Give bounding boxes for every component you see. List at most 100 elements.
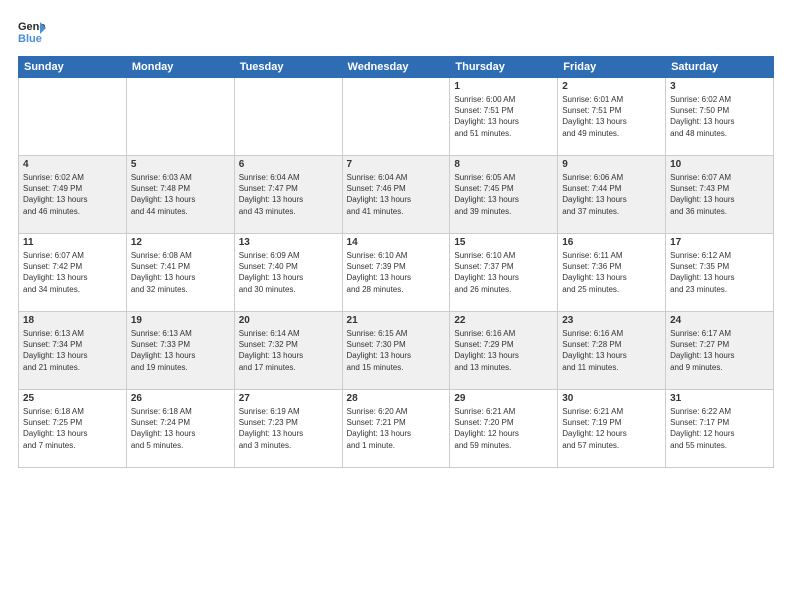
calendar-cell: 31 Sunrise: 6:22 AM Sunset: 7:17 PM Dayli… (666, 390, 774, 468)
day-number: 8 (454, 159, 553, 170)
day-number: 25 (23, 393, 122, 404)
day-number: 14 (347, 237, 446, 248)
logo-icon: General Blue (18, 18, 46, 46)
day-info: Sunrise: 6:02 AM Sunset: 7:49 PM Dayligh… (23, 172, 122, 217)
day-number: 16 (562, 237, 661, 248)
calendar-cell: 30 Sunrise: 6:21 AM Sunset: 7:19 PM Dayli… (558, 390, 666, 468)
day-info: Sunrise: 6:07 AM Sunset: 7:42 PM Dayligh… (23, 250, 122, 295)
week-row-4: 25Sunrise: 6:18 AM Sunset: 7:25 PM Dayli… (19, 390, 774, 468)
day-info: Sunrise: 6:04 AM Sunset: 7:47 PM Dayligh… (239, 172, 338, 217)
day-number: 10 (670, 159, 769, 170)
weekday-header-row: SundayMondayTuesdayWednesdayThursdayFrid… (19, 57, 774, 78)
weekday-header-saturday: Saturday (666, 57, 774, 78)
day-number: 28 (347, 393, 446, 404)
calendar-cell: 14 Sunrise: 6:10 AM Sunset: 7:39 PM Dayli… (342, 234, 450, 312)
day-info: Sunrise: 6:10 AM Sunset: 7:37 PM Dayligh… (454, 250, 553, 295)
day-info: Sunrise: 6:05 AM Sunset: 7:45 PM Dayligh… (454, 172, 553, 217)
weekday-header-friday: Friday (558, 57, 666, 78)
calendar-cell (126, 78, 234, 156)
day-info: Sunrise: 6:09 AM Sunset: 7:40 PM Dayligh… (239, 250, 338, 295)
day-info: Sunrise: 6:13 AM Sunset: 7:33 PM Dayligh… (131, 328, 230, 373)
day-number: 29 (454, 393, 553, 404)
day-number: 18 (23, 315, 122, 326)
week-row-2: 11 Sunrise: 6:07 AM Sunset: 7:42 PM Dayli… (19, 234, 774, 312)
calendar-cell: 18 Sunrise: 6:13 AM Sunset: 7:34 PM Dayli… (19, 312, 127, 390)
weekday-header-sunday: Sunday (19, 57, 127, 78)
day-info: Sunrise: 6:19 AM Sunset: 7:23 PM Dayligh… (239, 406, 338, 451)
day-number: 13 (239, 237, 338, 248)
calendar-cell: 12Sunrise: 6:08 AM Sunset: 7:41 PM Dayli… (126, 234, 234, 312)
header: General Blue (18, 18, 774, 46)
calendar-cell: 27 Sunrise: 6:19 AM Sunset: 7:23 PM Dayli… (234, 390, 342, 468)
week-row-3: 18 Sunrise: 6:13 AM Sunset: 7:34 PM Dayli… (19, 312, 774, 390)
calendar-cell: 17Sunrise: 6:12 AM Sunset: 7:35 PM Dayli… (666, 234, 774, 312)
day-number: 23 (562, 315, 661, 326)
calendar-cell: 5 Sunrise: 6:03 AM Sunset: 7:48 PM Daylig… (126, 156, 234, 234)
weekday-header-monday: Monday (126, 57, 234, 78)
weekday-header-tuesday: Tuesday (234, 57, 342, 78)
day-number: 11 (23, 237, 122, 248)
calendar-cell: 21Sunrise: 6:15 AM Sunset: 7:30 PM Dayli… (342, 312, 450, 390)
day-number: 2 (562, 81, 661, 92)
day-info: Sunrise: 6:07 AM Sunset: 7:43 PM Dayligh… (670, 172, 769, 217)
day-info: Sunrise: 6:18 AM Sunset: 7:24 PM Dayligh… (131, 406, 230, 451)
day-number: 3 (670, 81, 769, 92)
day-info: Sunrise: 6:06 AM Sunset: 7:44 PM Dayligh… (562, 172, 661, 217)
calendar-cell: 10 Sunrise: 6:07 AM Sunset: 7:43 PM Dayli… (666, 156, 774, 234)
calendar-cell: 19 Sunrise: 6:13 AM Sunset: 7:33 PM Dayli… (126, 312, 234, 390)
day-info: Sunrise: 6:12 AM Sunset: 7:35 PM Dayligh… (670, 250, 769, 295)
weekday-header-thursday: Thursday (450, 57, 558, 78)
day-number: 7 (347, 159, 446, 170)
day-info: Sunrise: 6:10 AM Sunset: 7:39 PM Dayligh… (347, 250, 446, 295)
calendar-cell: 28 Sunrise: 6:20 AM Sunset: 7:21 PM Dayli… (342, 390, 450, 468)
day-number: 27 (239, 393, 338, 404)
calendar-cell: 6Sunrise: 6:04 AM Sunset: 7:47 PM Daylig… (234, 156, 342, 234)
calendar-cell: 20Sunrise: 6:14 AM Sunset: 7:32 PM Dayli… (234, 312, 342, 390)
day-number: 4 (23, 159, 122, 170)
calendar-cell: 22 Sunrise: 6:16 AM Sunset: 7:29 PM Dayli… (450, 312, 558, 390)
calendar-table: SundayMondayTuesdayWednesdayThursdayFrid… (18, 56, 774, 468)
calendar-cell: 13 Sunrise: 6:09 AM Sunset: 7:40 PM Dayli… (234, 234, 342, 312)
page: General Blue SundayMondayTuesdayWednesda… (0, 0, 792, 612)
calendar-cell: 11 Sunrise: 6:07 AM Sunset: 7:42 PM Dayli… (19, 234, 127, 312)
calendar-cell: 24 Sunrise: 6:17 AM Sunset: 7:27 PM Dayli… (666, 312, 774, 390)
day-info: Sunrise: 6:22 AM Sunset: 7:17 PM Dayligh… (670, 406, 769, 451)
day-number: 31 (670, 393, 769, 404)
calendar-cell: 2Sunrise: 6:01 AM Sunset: 7:51 PM Daylig… (558, 78, 666, 156)
calendar-cell (234, 78, 342, 156)
calendar-cell (19, 78, 127, 156)
day-info: Sunrise: 6:11 AM Sunset: 7:36 PM Dayligh… (562, 250, 661, 295)
calendar-cell: 9 Sunrise: 6:06 AM Sunset: 7:44 PM Daylig… (558, 156, 666, 234)
day-info: Sunrise: 6:03 AM Sunset: 7:48 PM Dayligh… (131, 172, 230, 217)
day-number: 20 (239, 315, 338, 326)
svg-text:Blue: Blue (18, 33, 42, 45)
day-info: Sunrise: 6:02 AM Sunset: 7:50 PM Dayligh… (670, 94, 769, 139)
day-number: 22 (454, 315, 553, 326)
day-info: Sunrise: 6:21 AM Sunset: 7:19 PM Dayligh… (562, 406, 661, 451)
day-number: 21 (347, 315, 446, 326)
calendar-cell: 23Sunrise: 6:16 AM Sunset: 7:28 PM Dayli… (558, 312, 666, 390)
calendar-cell: 29 Sunrise: 6:21 AM Sunset: 7:20 PM Dayli… (450, 390, 558, 468)
day-number: 1 (454, 81, 553, 92)
day-info: Sunrise: 6:21 AM Sunset: 7:20 PM Dayligh… (454, 406, 553, 451)
day-info: Sunrise: 6:13 AM Sunset: 7:34 PM Dayligh… (23, 328, 122, 373)
calendar-cell (342, 78, 450, 156)
day-number: 30 (562, 393, 661, 404)
day-number: 19 (131, 315, 230, 326)
logo: General Blue (18, 18, 46, 46)
weekday-header-wednesday: Wednesday (342, 57, 450, 78)
day-number: 5 (131, 159, 230, 170)
day-info: Sunrise: 6:04 AM Sunset: 7:46 PM Dayligh… (347, 172, 446, 217)
calendar-cell: 26Sunrise: 6:18 AM Sunset: 7:24 PM Dayli… (126, 390, 234, 468)
calendar-cell: 16 Sunrise: 6:11 AM Sunset: 7:36 PM Dayli… (558, 234, 666, 312)
day-number: 24 (670, 315, 769, 326)
day-number: 12 (131, 237, 230, 248)
day-info: Sunrise: 6:16 AM Sunset: 7:29 PM Dayligh… (454, 328, 553, 373)
day-info: Sunrise: 6:20 AM Sunset: 7:21 PM Dayligh… (347, 406, 446, 451)
calendar-cell: 7 Sunrise: 6:04 AM Sunset: 7:46 PM Daylig… (342, 156, 450, 234)
day-number: 15 (454, 237, 553, 248)
calendar-cell: 1Sunrise: 6:00 AM Sunset: 7:51 PM Daylig… (450, 78, 558, 156)
day-info: Sunrise: 6:17 AM Sunset: 7:27 PM Dayligh… (670, 328, 769, 373)
day-number: 9 (562, 159, 661, 170)
calendar-cell: 4 Sunrise: 6:02 AM Sunset: 7:49 PM Daylig… (19, 156, 127, 234)
